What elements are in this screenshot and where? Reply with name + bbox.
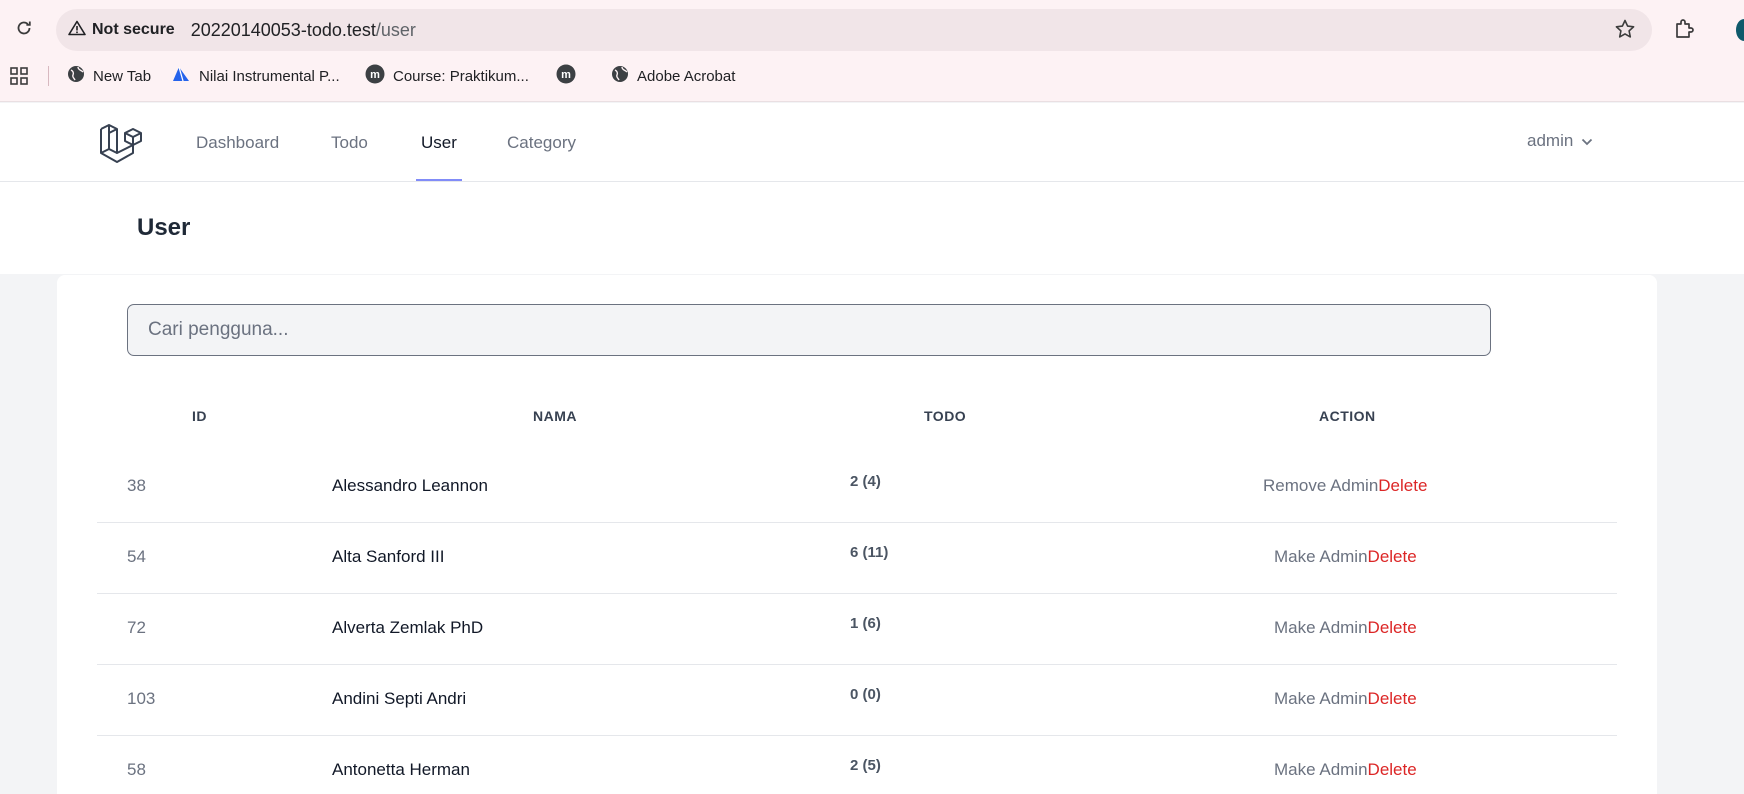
user-dropdown[interactable]: admin bbox=[1527, 131, 1593, 151]
cell-name: Antonetta Herman bbox=[332, 760, 470, 779]
cell-todo: 6 (11) bbox=[850, 544, 889, 561]
cell-name: Alta Sanford III bbox=[332, 547, 445, 566]
user-name: admin bbox=[1527, 131, 1574, 150]
bookmark-course[interactable]: m Course: Praktikum... bbox=[365, 64, 529, 88]
apps-grid-icon[interactable] bbox=[10, 67, 28, 90]
cell-id: 103 bbox=[127, 689, 156, 708]
user-table-card: ID NAMA TODO ACTION 38 Alessandro Leanno… bbox=[57, 275, 1657, 794]
row-actions: Remove AdminDelete bbox=[1263, 476, 1427, 496]
table-row: 103 Andini Septi Andri 0 (0) Make AdminD… bbox=[97, 665, 1617, 736]
row-actions: Make AdminDelete bbox=[1274, 547, 1417, 567]
bookmark-label: Adobe Acrobat bbox=[637, 67, 736, 85]
page-header: User bbox=[0, 182, 1744, 274]
triangle-app-icon bbox=[171, 65, 191, 87]
active-tab-indicator bbox=[416, 179, 462, 181]
globe-icon bbox=[611, 65, 629, 87]
nav-category[interactable]: Category bbox=[507, 103, 576, 182]
bookmark-star-icon[interactable] bbox=[1614, 18, 1636, 45]
cell-name: Alessandro Leannon bbox=[332, 476, 488, 495]
delete-button[interactable]: Delete bbox=[1368, 618, 1417, 637]
cell-id: 54 bbox=[127, 547, 146, 566]
bookmark-separator bbox=[48, 66, 49, 86]
bookmark-nilai[interactable]: Nilai Instrumental P... bbox=[171, 64, 340, 88]
laravel-logo-icon[interactable] bbox=[98, 121, 142, 170]
cell-id: 38 bbox=[127, 476, 146, 495]
remove-admin-button[interactable]: Remove Admin bbox=[1263, 476, 1378, 495]
page-title: User bbox=[137, 214, 191, 241]
moodle-icon: m bbox=[365, 64, 385, 88]
table-row: 58 Antonetta Herman 2 (5) Make AdminDele… bbox=[97, 736, 1617, 794]
address-bar[interactable]: Not secure 20220140053-todo.test/user bbox=[56, 9, 1652, 51]
cell-id: 72 bbox=[127, 618, 146, 637]
make-admin-button[interactable]: Make Admin bbox=[1274, 760, 1368, 779]
delete-button[interactable]: Delete bbox=[1368, 760, 1417, 779]
cell-name: Alverta Zemlak PhD bbox=[332, 618, 484, 637]
bookmark-label: Nilai Instrumental P... bbox=[199, 67, 340, 85]
row-actions: Make AdminDelete bbox=[1274, 618, 1417, 638]
bookmark-moodle[interactable]: m bbox=[556, 64, 576, 88]
make-admin-button[interactable]: Make Admin bbox=[1274, 618, 1368, 637]
row-actions: Make AdminDelete bbox=[1274, 760, 1417, 780]
column-header-name: NAMA bbox=[533, 408, 577, 424]
bookmark-label: New Tab bbox=[93, 67, 152, 85]
make-admin-button[interactable]: Make Admin bbox=[1274, 547, 1368, 566]
column-header-id: ID bbox=[192, 408, 207, 424]
delete-button[interactable]: Delete bbox=[1368, 689, 1417, 708]
moodle-icon: m bbox=[556, 64, 576, 88]
app-navbar: Dashboard Todo User Category admin bbox=[0, 103, 1744, 182]
nav-user[interactable]: User bbox=[421, 103, 457, 182]
cell-todo: 1 (6) bbox=[850, 615, 881, 632]
cell-todo: 0 (0) bbox=[850, 686, 881, 703]
bookmark-new-tab[interactable]: New Tab bbox=[67, 64, 151, 88]
profile-avatar[interactable] bbox=[1736, 19, 1744, 41]
security-label: Not secure bbox=[92, 21, 175, 38]
row-actions: Make AdminDelete bbox=[1274, 689, 1417, 709]
cell-name: Andini Septi Andri bbox=[332, 689, 467, 708]
svg-text:m: m bbox=[561, 69, 571, 81]
security-chip[interactable]: Not secure bbox=[68, 20, 175, 41]
delete-button[interactable]: Delete bbox=[1378, 476, 1427, 495]
cell-todo: 2 (5) bbox=[850, 757, 881, 774]
url-host: 20220140053-todo.test bbox=[190, 19, 376, 40]
make-admin-button[interactable]: Make Admin bbox=[1274, 689, 1368, 708]
column-header-todo: TODO bbox=[924, 408, 967, 424]
search-input[interactable] bbox=[127, 304, 1491, 356]
table-row: 54 Alta Sanford III 6 (11) Make AdminDel… bbox=[97, 523, 1617, 594]
table-row: 38 Alessandro Leannon 2 (4) Remove Admin… bbox=[97, 452, 1617, 523]
svg-text:m: m bbox=[370, 69, 380, 81]
extensions-icon[interactable] bbox=[1673, 18, 1695, 45]
globe-icon bbox=[67, 65, 85, 87]
cell-id: 58 bbox=[127, 760, 146, 779]
bookmark-label: Course: Praktikum... bbox=[393, 67, 529, 85]
column-header-action: ACTION bbox=[1319, 408, 1376, 424]
cell-todo: 2 (4) bbox=[850, 473, 881, 490]
delete-button[interactable]: Delete bbox=[1368, 547, 1417, 566]
bookmark-adobe[interactable]: Adobe Acrobat bbox=[611, 64, 735, 88]
reload-icon[interactable] bbox=[12, 16, 36, 40]
table-row: 72 Alverta Zemlak PhD 1 (6) Make AdminDe… bbox=[97, 594, 1617, 665]
chevron-down-icon bbox=[1581, 131, 1593, 151]
nav-dashboard[interactable]: Dashboard bbox=[196, 103, 279, 182]
warning-icon bbox=[68, 20, 86, 41]
nav-todo[interactable]: Todo bbox=[331, 103, 368, 182]
url-path: /user bbox=[375, 19, 416, 40]
url-text[interactable]: 20220140053-todo.test/user bbox=[191, 20, 416, 41]
